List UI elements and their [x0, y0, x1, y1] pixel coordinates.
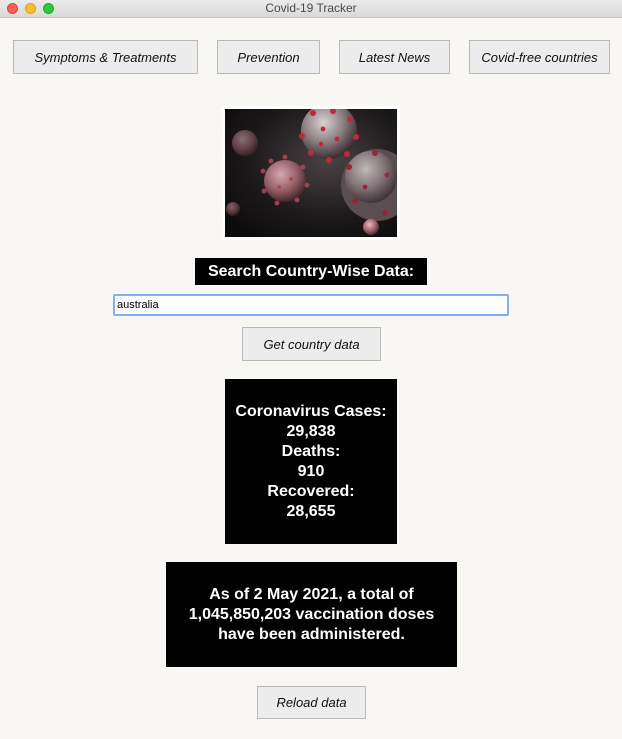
- title-bar: Covid-19 Tracker: [0, 0, 622, 18]
- virus-illustration: [225, 109, 397, 237]
- country-search-input[interactable]: [113, 294, 509, 316]
- search-heading: Search Country-Wise Data:: [195, 258, 427, 285]
- symptoms-treatments-button[interactable]: Symptoms & Treatments: [13, 40, 198, 74]
- cases-value: 29,838: [286, 422, 336, 440]
- deaths-value: 910: [297, 462, 325, 480]
- vaccination-text: As of 2 May 2021, a total of 1,045,850,2…: [188, 585, 435, 643]
- covid-free-countries-button[interactable]: Covid-free countries: [469, 40, 610, 74]
- recovered-label: Recovered:: [267, 482, 355, 500]
- window-title: Covid-19 Tracker: [265, 1, 357, 15]
- deaths-label: Deaths:: [281, 442, 341, 460]
- latest-news-button[interactable]: Latest News: [339, 40, 450, 74]
- vaccination-panel: As of 2 May 2021, a total of 1,045,850,2…: [166, 562, 457, 667]
- reload-data-button[interactable]: Reload data: [257, 686, 366, 719]
- cases-label: Coronavirus Cases:: [235, 402, 387, 420]
- coronavirus-image: [222, 106, 400, 240]
- country-stats-panel: Coronavirus Cases: 29,838 Deaths: 910 Re…: [225, 379, 397, 544]
- get-country-data-button[interactable]: Get country data: [242, 327, 381, 361]
- recovered-value: 28,655: [286, 502, 336, 520]
- prevention-button[interactable]: Prevention: [217, 40, 320, 74]
